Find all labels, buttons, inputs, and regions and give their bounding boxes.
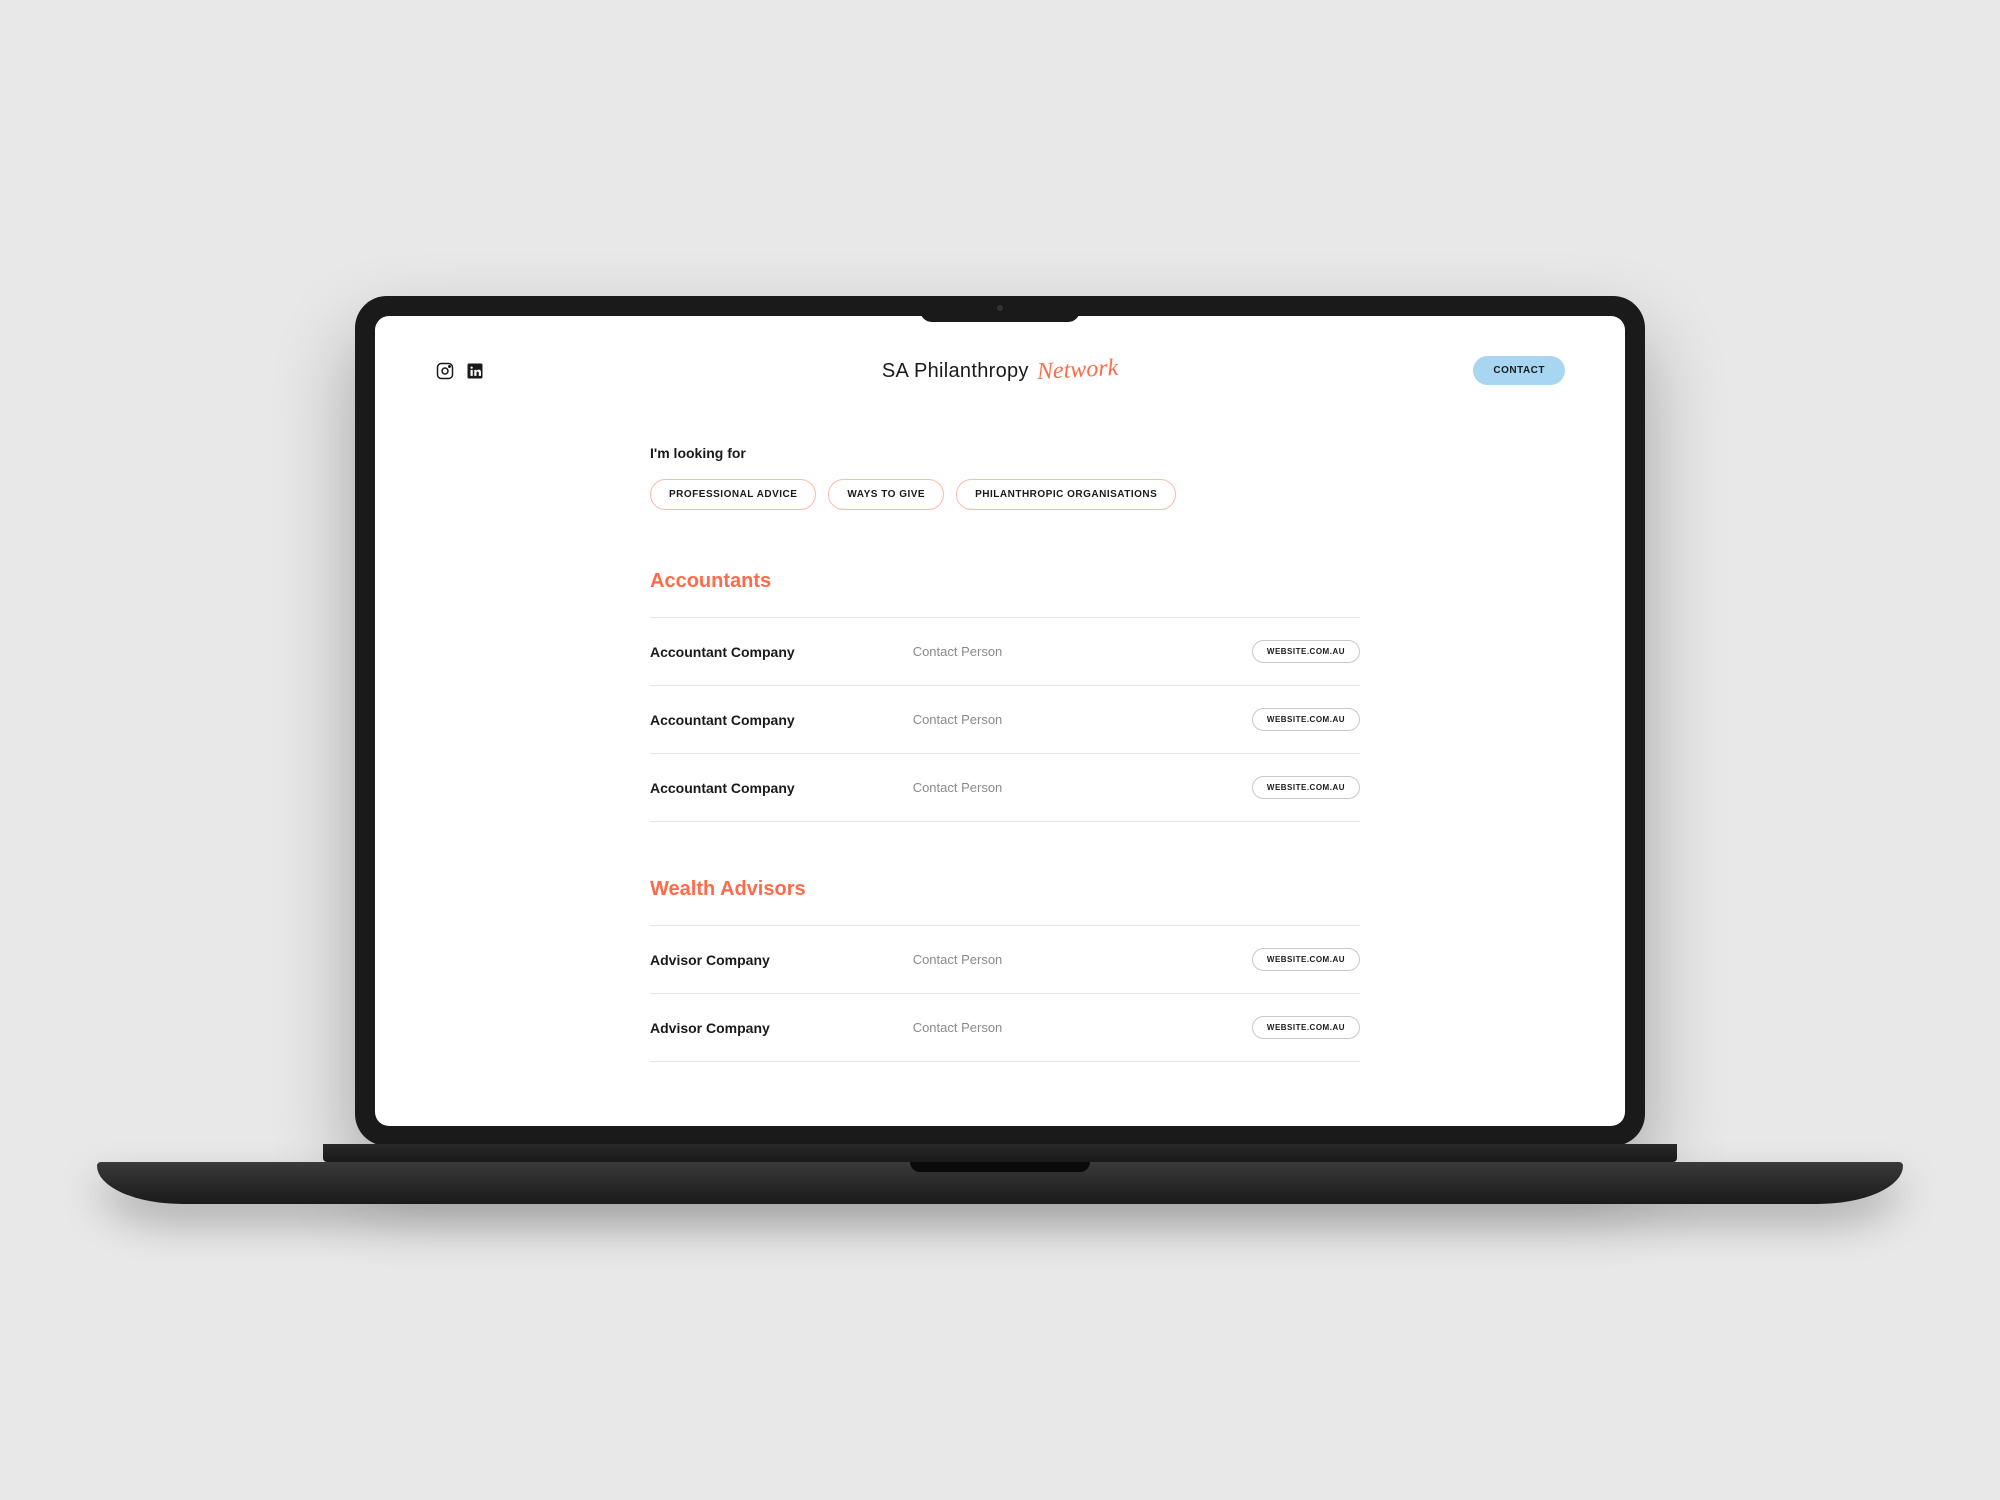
section-title-accountants: Accountants [650,570,1360,593]
instagram-icon[interactable] [435,361,455,381]
table-row: Advisor Company Contact Person WEBSITE.C… [650,993,1360,1062]
company-name: Accountant Company [650,644,913,660]
filter-pills: PROFESSIONAL ADVICE WAYS TO GIVE PHILANT… [650,479,1360,510]
laptop-screen-bezel: SA Philanthropy Network CONTACT I'm look… [355,296,1645,1146]
table-row: Accountant Company Contact Person WEBSIT… [650,685,1360,753]
laptop-hinge [323,1144,1678,1162]
logo[interactable]: SA Philanthropy Network [882,357,1118,384]
listing-table: Advisor Company Contact Person WEBSITE.C… [650,925,1360,1062]
contact-person: Contact Person [913,952,1252,967]
contact-person: Contact Person [913,712,1252,727]
contact-person: Contact Person [913,1020,1252,1035]
company-name: Accountant Company [650,780,913,796]
laptop-notch [920,296,1080,322]
contact-person: Contact Person [913,644,1252,659]
website-link[interactable]: WEBSITE.COM.AU [1252,640,1360,663]
website-link[interactable]: WEBSITE.COM.AU [1252,948,1360,971]
social-icons [435,361,485,381]
company-name: Advisor Company [650,952,913,968]
contact-person: Contact Person [913,780,1252,795]
website-link[interactable]: WEBSITE.COM.AU [1252,1016,1360,1039]
main-content: I'm looking for PROFESSIONAL ADVICE WAYS… [640,445,1360,1062]
company-name: Advisor Company [650,1020,913,1036]
filter-pill-ways-to-give[interactable]: WAYS TO GIVE [828,479,944,510]
table-row: Advisor Company Contact Person WEBSITE.C… [650,925,1360,993]
filter-pill-professional-advice[interactable]: PROFESSIONAL ADVICE [650,479,816,510]
camera-icon [997,305,1003,311]
section-title-wealth-advisors: Wealth Advisors [650,878,1360,901]
listing-table: Accountant Company Contact Person WEBSIT… [650,617,1360,822]
laptop-deck [97,1162,1903,1204]
contact-button[interactable]: CONTACT [1473,356,1565,385]
logo-text-script: Network [1036,355,1119,386]
laptop-screen: SA Philanthropy Network CONTACT I'm look… [375,316,1625,1126]
logo-text-main: SA Philanthropy [882,360,1029,383]
website-link[interactable]: WEBSITE.COM.AU [1252,776,1360,799]
company-name: Accountant Company [650,712,913,728]
laptop-mockup: SA Philanthropy Network CONTACT I'm look… [355,296,1645,1204]
table-row: Accountant Company Contact Person WEBSIT… [650,753,1360,822]
linkedin-icon[interactable] [465,361,485,381]
filter-pill-philanthropic-organisations[interactable]: PHILANTHROPIC ORGANISATIONS [956,479,1176,510]
header: SA Philanthropy Network CONTACT [435,356,1565,385]
filter-label: I'm looking for [650,445,1360,461]
website-link[interactable]: WEBSITE.COM.AU [1252,708,1360,731]
table-row: Accountant Company Contact Person WEBSIT… [650,617,1360,685]
page-content: SA Philanthropy Network CONTACT I'm look… [375,316,1625,1126]
laptop-base [355,1144,1645,1204]
